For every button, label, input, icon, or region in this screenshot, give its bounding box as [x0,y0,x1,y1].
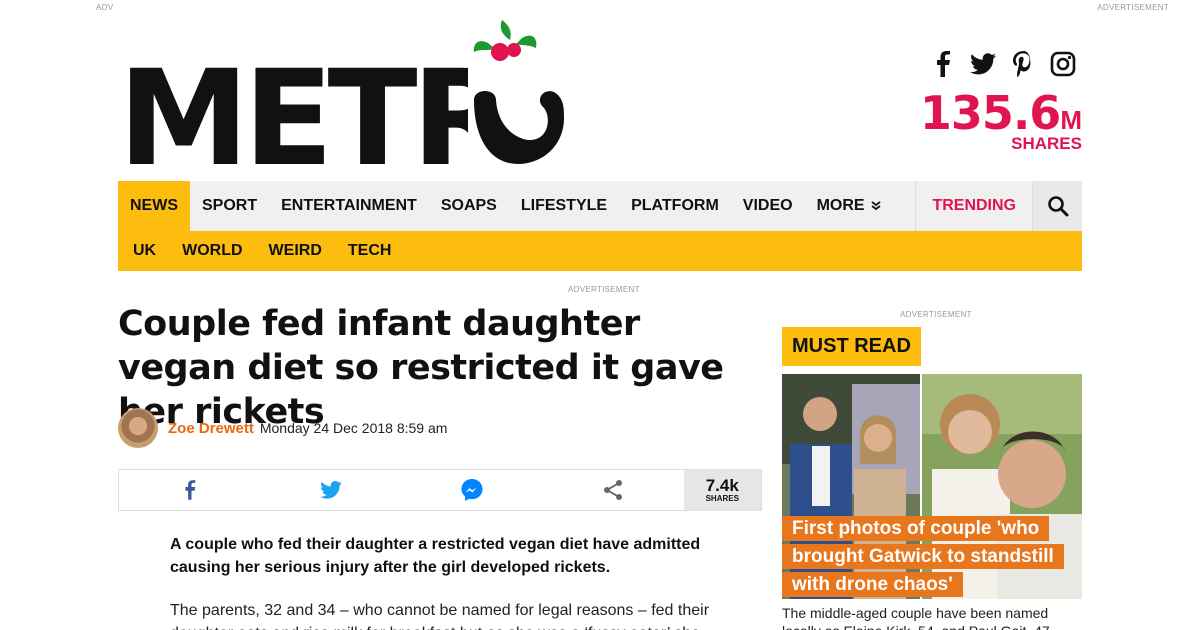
sub-nav: UK WORLD WEIRD TECH [118,231,1082,271]
share-bar: 7.4k SHARES [118,469,762,511]
share-count-label: SHARES [705,494,739,503]
nav-item-soaps[interactable]: SOAPS [429,181,509,231]
ad-label-top-right: ADVERTISEMENT [1097,3,1169,12]
share-generic-button[interactable] [542,470,683,510]
total-shares-number: 135.6 [919,86,1062,140]
pinterest-icon[interactable] [1010,50,1036,78]
share-count-number: 7.4k [705,476,739,495]
publish-date: Monday 24 Dec 2018 8:59 am [259,420,448,436]
nav-item-lifestyle[interactable]: LIFESTYLE [509,181,619,231]
nav-more-label: MORE [816,197,865,214]
nav-item-news[interactable]: NEWS [118,181,190,231]
ad-label-sidebar: ADVERTISEMENT [900,310,972,319]
metro-logo[interactable]: METRO [118,18,619,196]
article-paragraph: The parents, 32 and 34 – who cannot be n… [170,602,710,630]
subnav-item-weird[interactable]: WEIRD [258,242,333,260]
instagram-icon[interactable] [1050,50,1076,78]
double-chevron-down-icon [871,201,881,211]
share-messenger-button[interactable] [401,470,542,510]
twitter-icon [319,481,342,499]
social-links [930,50,1076,78]
nav-item-video[interactable]: VIDEO [731,181,805,231]
total-shares-unit: M [1060,105,1082,135]
facebook-icon [184,479,196,501]
facebook-icon[interactable] [930,50,956,78]
must-read-teaser: The middle-aged couple have been named l… [782,605,1050,630]
byline: Zoe Drewett Monday 24 Dec 2018 8:59 am [118,408,447,448]
must-read-heading: MUST READ [782,327,921,366]
nav-item-sport[interactable]: SPORT [190,181,269,231]
subnav-item-uk[interactable]: UK [122,242,167,260]
messenger-icon [460,478,484,502]
total-shares: 135.6M SHARES [920,88,1082,154]
subnav-item-world[interactable]: WORLD [171,242,253,260]
nav-item-entertainment[interactable]: ENTERTAINMENT [269,181,429,231]
share-facebook-button[interactable] [119,470,260,510]
must-read-title-text: First photos of couple 'who brought Gatw… [782,516,1064,597]
search-icon [1047,195,1069,217]
share-icon [602,479,624,501]
must-read-title[interactable]: First photos of couple 'who brought Gatw… [782,515,1064,599]
main-nav: NEWS SPORT ENTERTAINMENT SOAPS LIFESTYLE… [118,181,1082,231]
author-avatar[interactable] [118,408,158,448]
subnav-item-tech[interactable]: TECH [337,242,403,260]
author-name[interactable]: Zoe Drewett [168,420,254,437]
article-lead: A couple who fed their daughter a restri… [170,536,701,576]
nav-item-more[interactable]: MORE [805,181,893,231]
share-count: 7.4k SHARES [683,470,762,510]
nav-item-trending[interactable]: TRENDING [915,181,1032,231]
share-twitter-button[interactable] [260,470,401,510]
nav-item-platform[interactable]: PLATFORM [619,181,731,231]
ad-label-mid: ADVERTISEMENT [568,285,640,294]
ad-label-top-left: ADV [96,3,114,12]
twitter-icon[interactable] [970,50,996,78]
search-button[interactable] [1032,181,1082,231]
